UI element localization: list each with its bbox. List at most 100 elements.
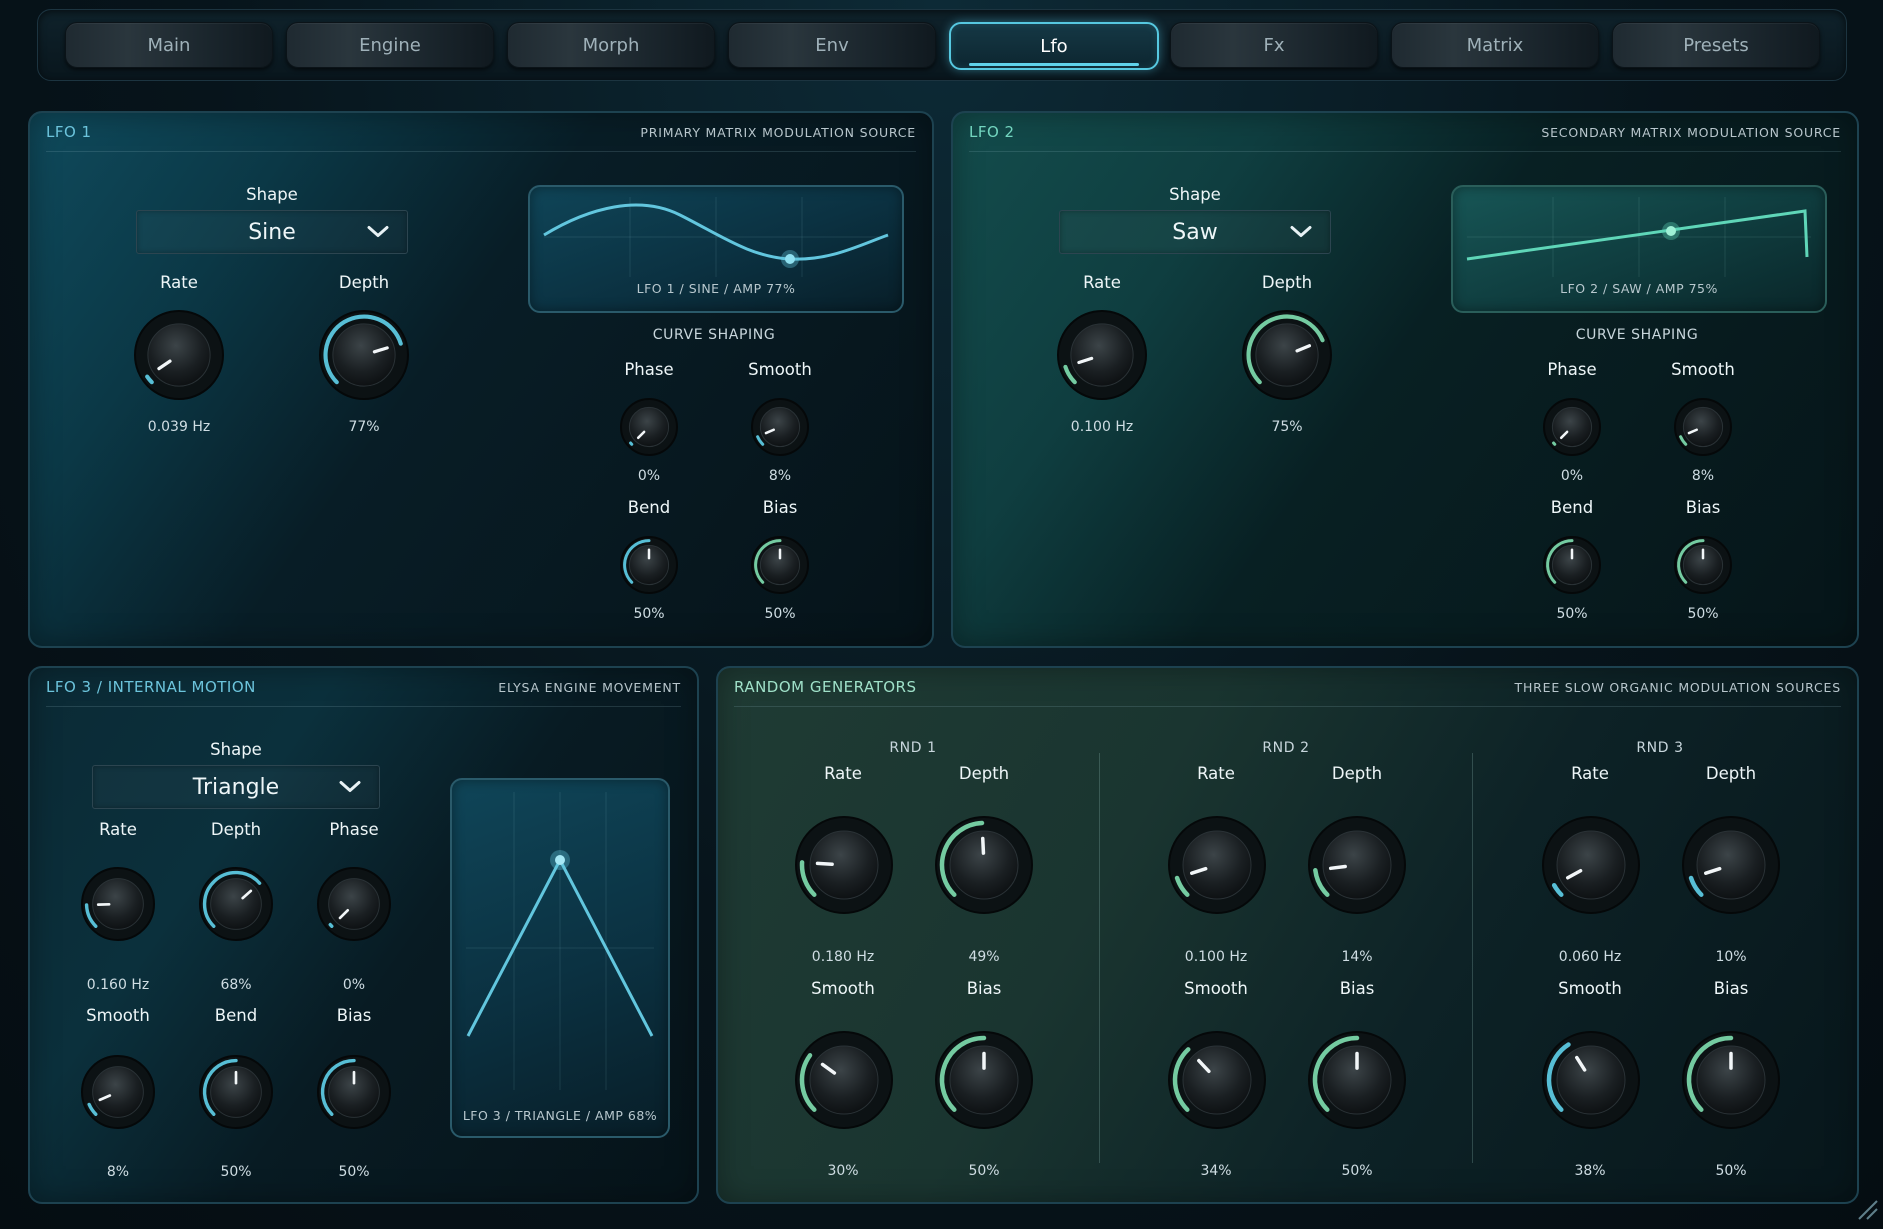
rate-label: Rate <box>1571 764 1609 783</box>
lfo3-rate-knob[interactable] <box>80 866 156 942</box>
rnd1-smooth-knob[interactable] <box>794 1030 894 1130</box>
lfo1-subtitle: PRIMARY MATRIX MODULATION SOURCE <box>640 125 916 140</box>
lfo3-subtitle: ELYSA ENGINE MOVEMENT <box>498 680 681 695</box>
tab-presets[interactable]: Presets <box>1612 22 1820 68</box>
rnd2-bias-knob[interactable] <box>1307 1030 1407 1130</box>
lfo1-shape-dropdown[interactable]: Sine <box>136 210 408 254</box>
tab-lfo[interactable]: Lfo <box>949 22 1159 70</box>
rnd3-depth-knob[interactable] <box>1681 815 1781 915</box>
smooth-value: 34% <box>1200 1163 1232 1179</box>
depth-value: 10% <box>1715 949 1747 965</box>
lfo3-smooth-knob[interactable] <box>80 1054 156 1130</box>
rnd3-smooth-knob[interactable] <box>1541 1030 1641 1130</box>
lfo3-panel: LFO 3 / INTERNAL MOTION ELYSA ENGINE MOV… <box>28 666 699 1204</box>
lfo2-phase-knob[interactable] <box>1542 397 1602 457</box>
rnd3-bias-knob[interactable] <box>1681 1030 1781 1130</box>
generator-divider <box>1099 753 1100 1163</box>
phase-label: Phase <box>329 820 379 839</box>
lfo3-bias-knob[interactable] <box>316 1054 392 1130</box>
random-title: RANDOM GENERATORS <box>734 678 917 696</box>
rnd2-depth-knob[interactable] <box>1307 815 1407 915</box>
rnd1-depth-knob[interactable] <box>934 815 1034 915</box>
lfo1-bias-knob[interactable] <box>750 535 810 595</box>
lfo2-wave-display: LFO 2 / SAW / AMP 75% <box>1451 185 1827 313</box>
bend-value: 50% <box>1556 606 1588 622</box>
phase-label: Phase <box>624 360 674 379</box>
lfo1-rate-knob[interactable] <box>133 309 225 401</box>
lfo2-bend-knob[interactable] <box>1542 535 1602 595</box>
bias-value: 50% <box>1687 606 1719 622</box>
tab-engine[interactable]: Engine <box>286 22 494 68</box>
smooth-value: 8% <box>1691 468 1715 484</box>
bias-value: 50% <box>764 606 796 622</box>
lfo2-smooth-knob[interactable] <box>1673 397 1733 457</box>
generator-divider <box>1472 753 1473 1163</box>
tab-fx[interactable]: Fx <box>1170 22 1378 68</box>
bend-label: Bend <box>214 1006 258 1025</box>
bias-label: Bias <box>1713 979 1749 998</box>
lfo2-rate-knob[interactable] <box>1056 309 1148 401</box>
lfo3-wave-display: LFO 3 / TRIANGLE / AMP 68% <box>450 778 670 1138</box>
lfo3-depth-knob[interactable] <box>198 866 274 942</box>
lfo3-shape-dropdown[interactable]: Triangle <box>92 765 380 809</box>
rnd1-bias-knob[interactable] <box>934 1030 1034 1130</box>
smooth-label: Smooth <box>1558 979 1622 998</box>
lfo3-shape-value: Triangle <box>192 774 280 800</box>
bias-label: Bias <box>966 979 1002 998</box>
bias-label: Bias <box>336 1006 372 1025</box>
chevron-down-icon <box>367 223 389 242</box>
rnd2-smooth-knob[interactable] <box>1167 1030 1267 1130</box>
tab-env[interactable]: Env <box>728 22 936 68</box>
lfo2-shape-dropdown[interactable]: Saw <box>1059 210 1331 254</box>
random-subtitle: THREE SLOW ORGANIC MODULATION SOURCES <box>1514 680 1841 695</box>
smooth-label: Smooth <box>748 360 812 379</box>
rnd2-rate-knob[interactable] <box>1167 815 1267 915</box>
lfo3-bend-knob[interactable] <box>198 1054 274 1130</box>
rate-label: Rate <box>99 820 137 839</box>
lfo2-panel: LFO 2 SECONDARY MATRIX MODULATION SOURCE… <box>951 111 1859 648</box>
bias-value: 50% <box>1715 1163 1747 1179</box>
lfo1-smooth-knob[interactable] <box>750 397 810 457</box>
tab-bar: Main Engine Morph Env Lfo Fx Matrix Pres… <box>37 9 1847 81</box>
depth-value: 77% <box>348 419 380 435</box>
bias-value: 50% <box>338 1164 370 1180</box>
random-generators-panel: RANDOM GENERATORS THREE SLOW ORGANIC MOD… <box>716 666 1859 1204</box>
depth-label: Depth <box>1261 273 1313 292</box>
rnd3-rate-knob[interactable] <box>1541 815 1641 915</box>
bias-value: 50% <box>1341 1163 1373 1179</box>
lfo2-title: LFO 2 <box>969 123 1015 141</box>
rnd1-rate-knob[interactable] <box>794 815 894 915</box>
lfo1-depth-knob[interactable] <box>318 309 410 401</box>
rnd2-title: RND 2 <box>1262 740 1310 756</box>
resize-grip-icon[interactable] <box>1853 1195 1879 1225</box>
lfo2-depth-knob[interactable] <box>1241 309 1333 401</box>
lfo1-display-caption: LFO 1 / SINE / AMP 77% <box>636 281 796 296</box>
depth-label: Depth <box>1331 764 1383 783</box>
tab-matrix[interactable]: Matrix <box>1391 22 1599 68</box>
rate-label: Rate <box>824 764 862 783</box>
lfo1-wave-display: LFO 1 / SINE / AMP 77% <box>528 185 904 313</box>
lfo3-display-caption: LFO 3 / TRIANGLE / AMP 68% <box>462 1108 658 1123</box>
depth-value: 68% <box>220 977 252 993</box>
tab-morph[interactable]: Morph <box>507 22 715 68</box>
lfo1-title: LFO 1 <box>46 123 92 141</box>
lfo2-display-caption: LFO 2 / SAW / AMP 75% <box>1560 281 1718 296</box>
smooth-label: Smooth <box>811 979 875 998</box>
lfo1-phase-knob[interactable] <box>619 397 679 457</box>
rate-value: 0.060 Hz <box>1558 949 1622 965</box>
tab-main[interactable]: Main <box>65 22 273 68</box>
rate-value: 0.160 Hz <box>86 977 150 993</box>
lfo1-bend-knob[interactable] <box>619 535 679 595</box>
bend-value: 50% <box>220 1164 252 1180</box>
bend-label: Bend <box>1550 498 1594 517</box>
lfo1-shape-value: Sine <box>248 219 296 245</box>
lfo3-title: LFO 3 / INTERNAL MOTION <box>46 678 256 696</box>
divider <box>734 706 1841 707</box>
lfo2-subtitle: SECONDARY MATRIX MODULATION SOURCE <box>1541 125 1841 140</box>
lfo2-bias-knob[interactable] <box>1673 535 1733 595</box>
lfo3-phase-knob[interactable] <box>316 866 392 942</box>
shape-label: Shape <box>210 740 262 759</box>
divider <box>46 706 681 707</box>
divider <box>969 151 1841 152</box>
phase-value: 0% <box>1560 468 1584 484</box>
